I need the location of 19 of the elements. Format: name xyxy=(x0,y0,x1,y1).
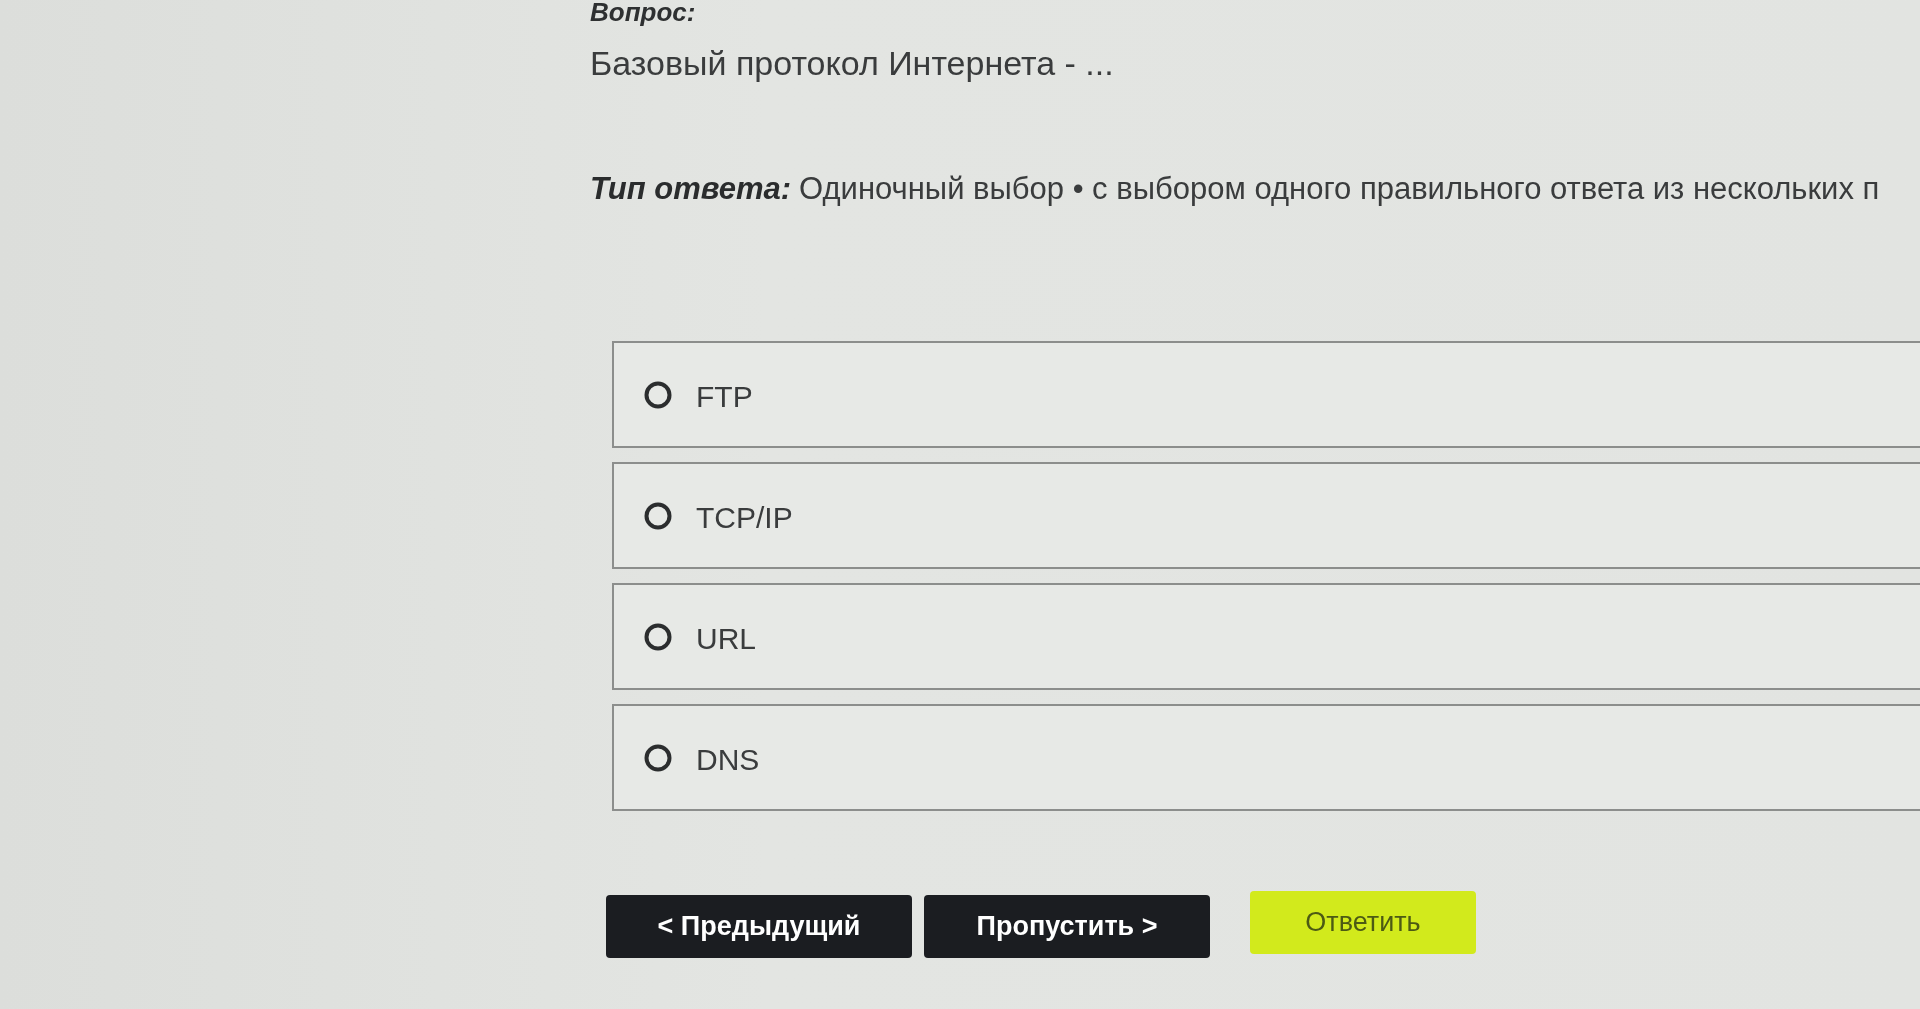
answer-type-label: Тип ответа: xyxy=(590,170,792,208)
radio-icon[interactable] xyxy=(644,622,672,651)
submit-button[interactable]: Ответить xyxy=(1250,891,1476,954)
answer-option[interactable]: TCP/IP xyxy=(612,462,1920,569)
option-label: TCP/IP xyxy=(696,500,793,535)
option-label: FTP xyxy=(696,379,753,414)
option-label: DNS xyxy=(696,742,760,777)
answer-type-value: Одиночный выбор • с выбором одного правильного ответа из нескольких п xyxy=(799,170,1880,208)
radio-icon[interactable] xyxy=(644,501,672,530)
answer-option[interactable]: FTP xyxy=(612,341,1920,448)
radio-icon[interactable] xyxy=(644,380,672,409)
radio-icon[interactable] xyxy=(644,743,672,772)
question-label: Вопрос: xyxy=(590,0,696,26)
nav-button[interactable]: < Предыдущий xyxy=(606,895,912,958)
option-label: URL xyxy=(696,621,756,656)
answer-option[interactable]: URL xyxy=(612,583,1920,690)
answer-option[interactable]: DNS xyxy=(612,704,1920,811)
nav-button[interactable]: Пропустить > xyxy=(924,895,1210,958)
question-text: Базовый протокол Интернета - ... xyxy=(590,43,1114,84)
